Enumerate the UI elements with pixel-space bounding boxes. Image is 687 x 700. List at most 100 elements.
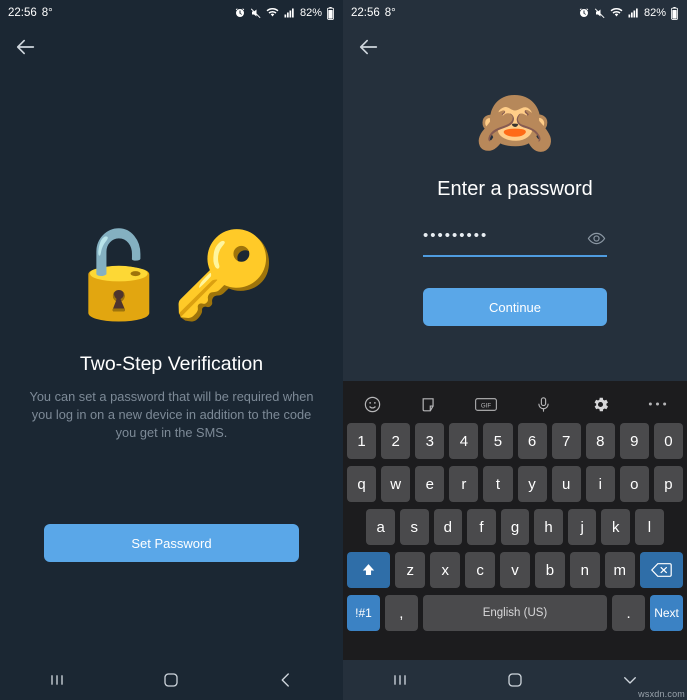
set-password-button[interactable]: Set Password bbox=[44, 524, 299, 562]
status-bar-right-group: 82% bbox=[234, 6, 335, 20]
key-9[interactable]: 9 bbox=[619, 423, 649, 459]
key-b[interactable]: b bbox=[534, 552, 565, 588]
system-nav-bar-right bbox=[343, 660, 687, 700]
key-4[interactable]: 4 bbox=[449, 423, 479, 459]
enter-next-key[interactable]: Next bbox=[650, 595, 684, 631]
key-h[interactable]: h bbox=[534, 509, 563, 545]
svg-text:GIF: GIF bbox=[481, 402, 491, 409]
key-x[interactable]: x bbox=[430, 552, 461, 588]
right-content: 🙈 Enter a password ••••••••• Continue bbox=[343, 68, 687, 423]
emoji-icon[interactable] bbox=[359, 391, 385, 417]
mute-icon bbox=[250, 7, 262, 19]
alarm-icon bbox=[578, 7, 590, 19]
key-f[interactable]: f bbox=[467, 509, 496, 545]
key-j[interactable]: j bbox=[567, 509, 597, 545]
right-nav-row bbox=[343, 26, 687, 68]
key-c[interactable]: c bbox=[465, 552, 496, 588]
key-0[interactable]: 0 bbox=[653, 423, 683, 459]
key-r[interactable]: r bbox=[449, 466, 479, 502]
key-7[interactable]: 7 bbox=[551, 423, 581, 459]
page-title: Two-Step Verification bbox=[79, 353, 264, 375]
left-nav-row bbox=[0, 26, 343, 68]
status-bar-right-group-2: 82% bbox=[578, 6, 679, 20]
period-key[interactable]: . bbox=[612, 595, 646, 631]
home-icon[interactable] bbox=[146, 660, 196, 700]
key-n[interactable]: n bbox=[569, 552, 600, 588]
password-value: ••••••••• bbox=[423, 226, 489, 244]
key-8[interactable]: 8 bbox=[585, 423, 615, 459]
key-6[interactable]: 6 bbox=[517, 423, 547, 459]
key-u[interactable]: u bbox=[551, 466, 581, 502]
settings-gear-icon[interactable] bbox=[588, 391, 614, 417]
key-5[interactable]: 5 bbox=[483, 423, 513, 459]
eye-icon[interactable] bbox=[585, 227, 607, 249]
lock-key-icon: 🔓🔑 bbox=[66, 228, 277, 322]
back-arrow-icon[interactable] bbox=[357, 35, 381, 59]
back-arrow-icon[interactable] bbox=[14, 35, 38, 59]
key-i[interactable]: i bbox=[585, 466, 615, 502]
key-k[interactable]: k bbox=[601, 509, 631, 545]
home-icon[interactable] bbox=[490, 660, 540, 700]
lock-illustration: 🔓🔑 bbox=[0, 233, 343, 317]
recents-icon[interactable] bbox=[375, 660, 425, 700]
battery-icon bbox=[326, 6, 335, 20]
recents-icon[interactable] bbox=[32, 660, 82, 700]
status-temperature: 8° bbox=[41, 7, 53, 19]
back-icon[interactable] bbox=[261, 660, 311, 700]
key-z[interactable]: z bbox=[395, 552, 426, 588]
status-bar-right: 22:56 8° 82% bbox=[343, 0, 687, 26]
key-p[interactable]: p bbox=[653, 466, 683, 502]
key-d[interactable]: d bbox=[433, 509, 463, 545]
key-s[interactable]: s bbox=[399, 509, 429, 545]
sticker-icon[interactable] bbox=[416, 391, 442, 417]
keyboard-row-numbers: 1 2 3 4 5 6 7 8 9 0 bbox=[343, 423, 687, 459]
symbols-key[interactable]: !#1 bbox=[347, 595, 380, 631]
battery-icon bbox=[670, 6, 679, 20]
key-g[interactable]: g bbox=[500, 509, 530, 545]
left-phone-screen: 22:56 8° 82% 🔓🔑 Two-Step Verification Yo… bbox=[0, 0, 343, 700]
key-o[interactable]: o bbox=[619, 466, 649, 502]
gif-icon[interactable]: GIF bbox=[473, 391, 499, 417]
key-2[interactable]: 2 bbox=[381, 423, 411, 459]
overflow-menu-icon[interactable] bbox=[645, 391, 671, 417]
password-input[interactable]: ••••••••• bbox=[423, 221, 607, 257]
backspace-icon[interactable] bbox=[639, 552, 684, 588]
key-y[interactable]: y bbox=[517, 466, 547, 502]
watermark: wsxdn.com bbox=[638, 689, 685, 699]
key-e[interactable]: e bbox=[415, 466, 445, 502]
key-w[interactable]: w bbox=[381, 466, 411, 502]
key-1[interactable]: 1 bbox=[347, 423, 377, 459]
key-q[interactable]: q bbox=[347, 466, 377, 502]
page-description: You can set a password that will be requ… bbox=[29, 389, 314, 440]
battery-percent: 82% bbox=[643, 7, 666, 19]
key-m[interactable]: m bbox=[604, 552, 635, 588]
left-content: 🔓🔑 Two-Step Verification You can set a p… bbox=[0, 68, 343, 700]
keyboard-row-bottom-letters: z x c v b n m bbox=[343, 552, 687, 588]
keyboard-toolbar: GIF bbox=[343, 385, 687, 423]
status-time: 22:56 bbox=[8, 7, 37, 19]
key-3[interactable]: 3 bbox=[415, 423, 445, 459]
signal-icon bbox=[283, 7, 296, 19]
key-t[interactable]: t bbox=[483, 466, 513, 502]
key-a[interactable]: a bbox=[366, 509, 395, 545]
shift-icon[interactable] bbox=[346, 552, 391, 588]
keyboard-row-qwerty: q w e r t y u i o p bbox=[343, 466, 687, 502]
key-v[interactable]: v bbox=[500, 552, 530, 588]
microphone-icon[interactable] bbox=[531, 391, 557, 417]
alarm-icon bbox=[234, 7, 246, 19]
space-key[interactable]: English (US) bbox=[422, 595, 608, 631]
comma-key[interactable]: , bbox=[384, 595, 418, 631]
continue-button[interactable]: Continue bbox=[423, 288, 607, 326]
signal-icon bbox=[627, 7, 640, 19]
wifi-icon bbox=[266, 7, 279, 19]
system-nav-bar-left bbox=[0, 660, 343, 700]
on-screen-keyboard: GIF 1 2 3 4 5 6 7 8 9 0 q w e r t y u i … bbox=[343, 381, 687, 660]
screenshot-root: 22:56 8° 82% 🔓🔑 Two-Step Verification Yo… bbox=[0, 0, 687, 700]
status-time-2: 22:56 bbox=[351, 7, 380, 19]
keyboard-row-home: a s d f g h j k l bbox=[343, 509, 687, 545]
status-temperature-2: 8° bbox=[384, 7, 396, 19]
see-no-evil-monkey-icon: 🙈 bbox=[475, 86, 555, 158]
status-bar-left-group-2: 22:56 8° bbox=[351, 7, 396, 19]
key-l[interactable]: l bbox=[635, 509, 664, 545]
status-bar-left: 22:56 8° 82% bbox=[0, 0, 343, 26]
